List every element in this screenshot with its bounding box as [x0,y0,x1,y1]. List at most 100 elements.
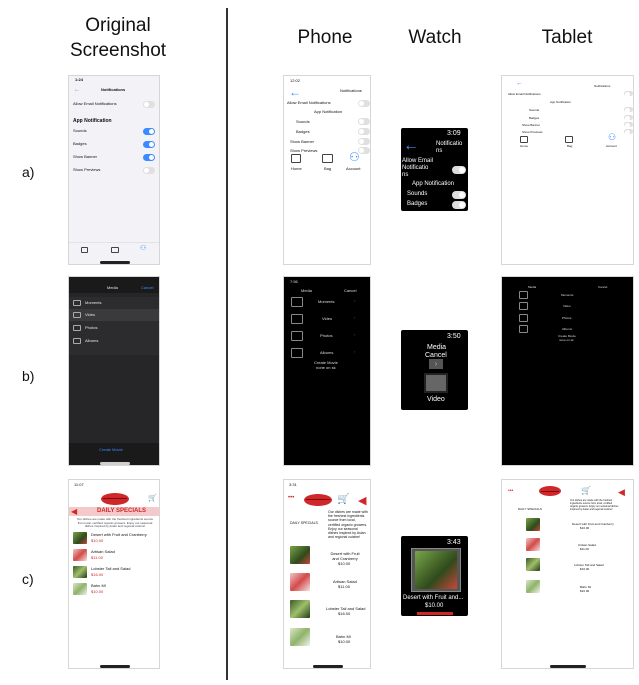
app-notification-section: App Notification [412,181,455,187]
photos-icon [73,325,81,331]
sounds-toggle[interactable] [358,118,370,125]
video-row-highlight [69,309,159,321]
film-icon[interactable] [424,373,448,393]
allow-email-label: Allow Email Notifications [508,92,541,96]
status-time: 3:09 [447,130,461,137]
video-item[interactable]: Video [563,304,571,309]
bag-tab-icon[interactable] [565,136,573,143]
allow-email-toggle[interactable] [624,91,633,97]
photos-icon [519,314,528,322]
notifications-title: Notificatio ns [436,141,463,155]
badges-toggle[interactable] [143,141,155,148]
video-item[interactable]: Video [427,396,445,403]
back-arrow-icon[interactable]: ← [403,137,419,155]
dessert-image [526,518,540,531]
moments-item[interactable]: Moments [561,293,573,298]
bag-tab-icon[interactable] [111,247,119,253]
cancel-button[interactable]: Cancel [425,352,447,359]
account-tab-icon[interactable]: ⚇ [608,132,616,143]
account-tab-icon[interactable]: ⚇ [140,245,146,253]
header-watch: Watch [408,27,462,48]
allow-email-toggle[interactable] [143,101,155,108]
status-time: 7:56 [290,279,298,284]
sounds-label: Sounds [296,119,310,124]
back-arrow-icon[interactable]: ← [289,85,301,99]
salad-price: $11.00 [580,547,589,551]
cart-icon[interactable]: 🛒 [148,495,157,503]
header-tablet: Tablet [541,27,593,48]
cancel-button[interactable]: Cancel [598,285,607,290]
column-divider [226,8,228,680]
dessert-name[interactable]: Desert with Fruit and... [403,595,463,601]
back-triangle-icon[interactable]: ◀ [358,494,366,507]
row-label-a: a) [22,164,35,180]
salad-image [73,549,87,561]
status-time: 3:43 [447,539,461,546]
dessert-price: $10.00 [425,603,444,609]
video-item[interactable]: Video [322,316,332,322]
show-preview-toggle[interactable] [624,129,633,135]
sounds-toggle[interactable] [624,107,633,113]
photos-chevron-icon: › [354,332,356,337]
badges-toggle[interactable] [452,201,466,209]
show-banner-toggle[interactable] [624,122,633,128]
specials-description: Our dishes are made with the freshest in… [328,510,368,540]
bag-tab-label: Bag [567,144,573,148]
photos-item[interactable]: Photos [562,316,571,321]
dessert-name[interactable]: Desert with Fruit and Cranberry [572,522,614,527]
lobster-image [73,566,87,578]
show-preview-toggle[interactable] [143,167,155,174]
sounds-toggle[interactable] [452,191,466,199]
show-banner-toggle[interactable] [143,154,155,161]
show-preview-toggle[interactable] [358,147,370,154]
badges-toggle[interactable] [358,128,370,135]
header-phone: Phone [297,27,353,48]
phone-food-screenshot: 3:31 ••• 🛒 ◀ Our dishes are made with th… [283,479,371,669]
bahn-mi-image [526,580,540,593]
more-icon[interactable]: ••• [508,488,513,494]
badges-toggle[interactable] [624,115,633,121]
show-banner-toggle[interactable] [358,138,370,145]
create-movie-button[interactable]: Create Movie [99,447,123,453]
allow-email-toggle[interactable] [358,100,370,107]
cancel-button[interactable]: Cancel [141,285,153,291]
specials-description: Our dishes are made with the freshest in… [570,499,619,511]
cart-icon[interactable]: 🛒 [581,486,591,495]
show-banner-label: Show Banner [290,139,315,144]
back-triangle-icon[interactable]: ◀ [71,507,77,516]
allow-email-toggle[interactable] [452,166,466,174]
badges-label: Badges [296,129,310,134]
moments-icon [519,291,528,299]
sounds-toggle[interactable] [143,128,155,135]
app-notification-section: App Notification [73,118,112,124]
salad-image [526,538,540,551]
lobster-price: $16.00 [91,572,104,577]
back-triangle-icon[interactable]: ◀ [618,487,625,498]
more-icon[interactable]: ••• [288,495,294,502]
photos-item[interactable]: Photos [320,333,332,339]
albums-item[interactable]: Albums [85,338,98,344]
phone-notifications-screenshot: 12:02 ← Notifications Allow Email Notifi… [283,75,371,265]
home-tab-icon[interactable] [520,136,528,143]
cart-icon[interactable]: 🛒 [337,494,349,505]
albums-icon [519,325,528,333]
notifications-title: Notifications [101,87,126,92]
albums-item[interactable]: Albums [562,327,572,332]
home-indicator [313,665,343,668]
back-arrow-icon[interactable]: ← [74,87,80,94]
badges-label: Badges [407,201,428,207]
home-tab-icon[interactable] [81,247,88,253]
albums-item[interactable]: Albums [320,350,333,356]
video-item[interactable]: Video [85,312,95,318]
cancel-button[interactable]: Cancel [344,288,356,294]
bag-tab-icon[interactable] [322,154,333,163]
account-tab-icon[interactable]: ⚇ [349,150,360,164]
add-button[interactable] [417,612,453,615]
home-tab-icon[interactable] [291,154,301,163]
back-arrow-icon[interactable]: ← [516,80,523,87]
moments-item[interactable]: Moments [318,299,334,305]
photos-item[interactable]: Photos [85,325,97,331]
moments-item[interactable]: Moments [85,300,101,306]
watch-notifications-screenshot: 3:09 ← Notificatio ns Allow Email Notifi… [401,128,468,211]
badges-label: Badges [529,116,540,120]
